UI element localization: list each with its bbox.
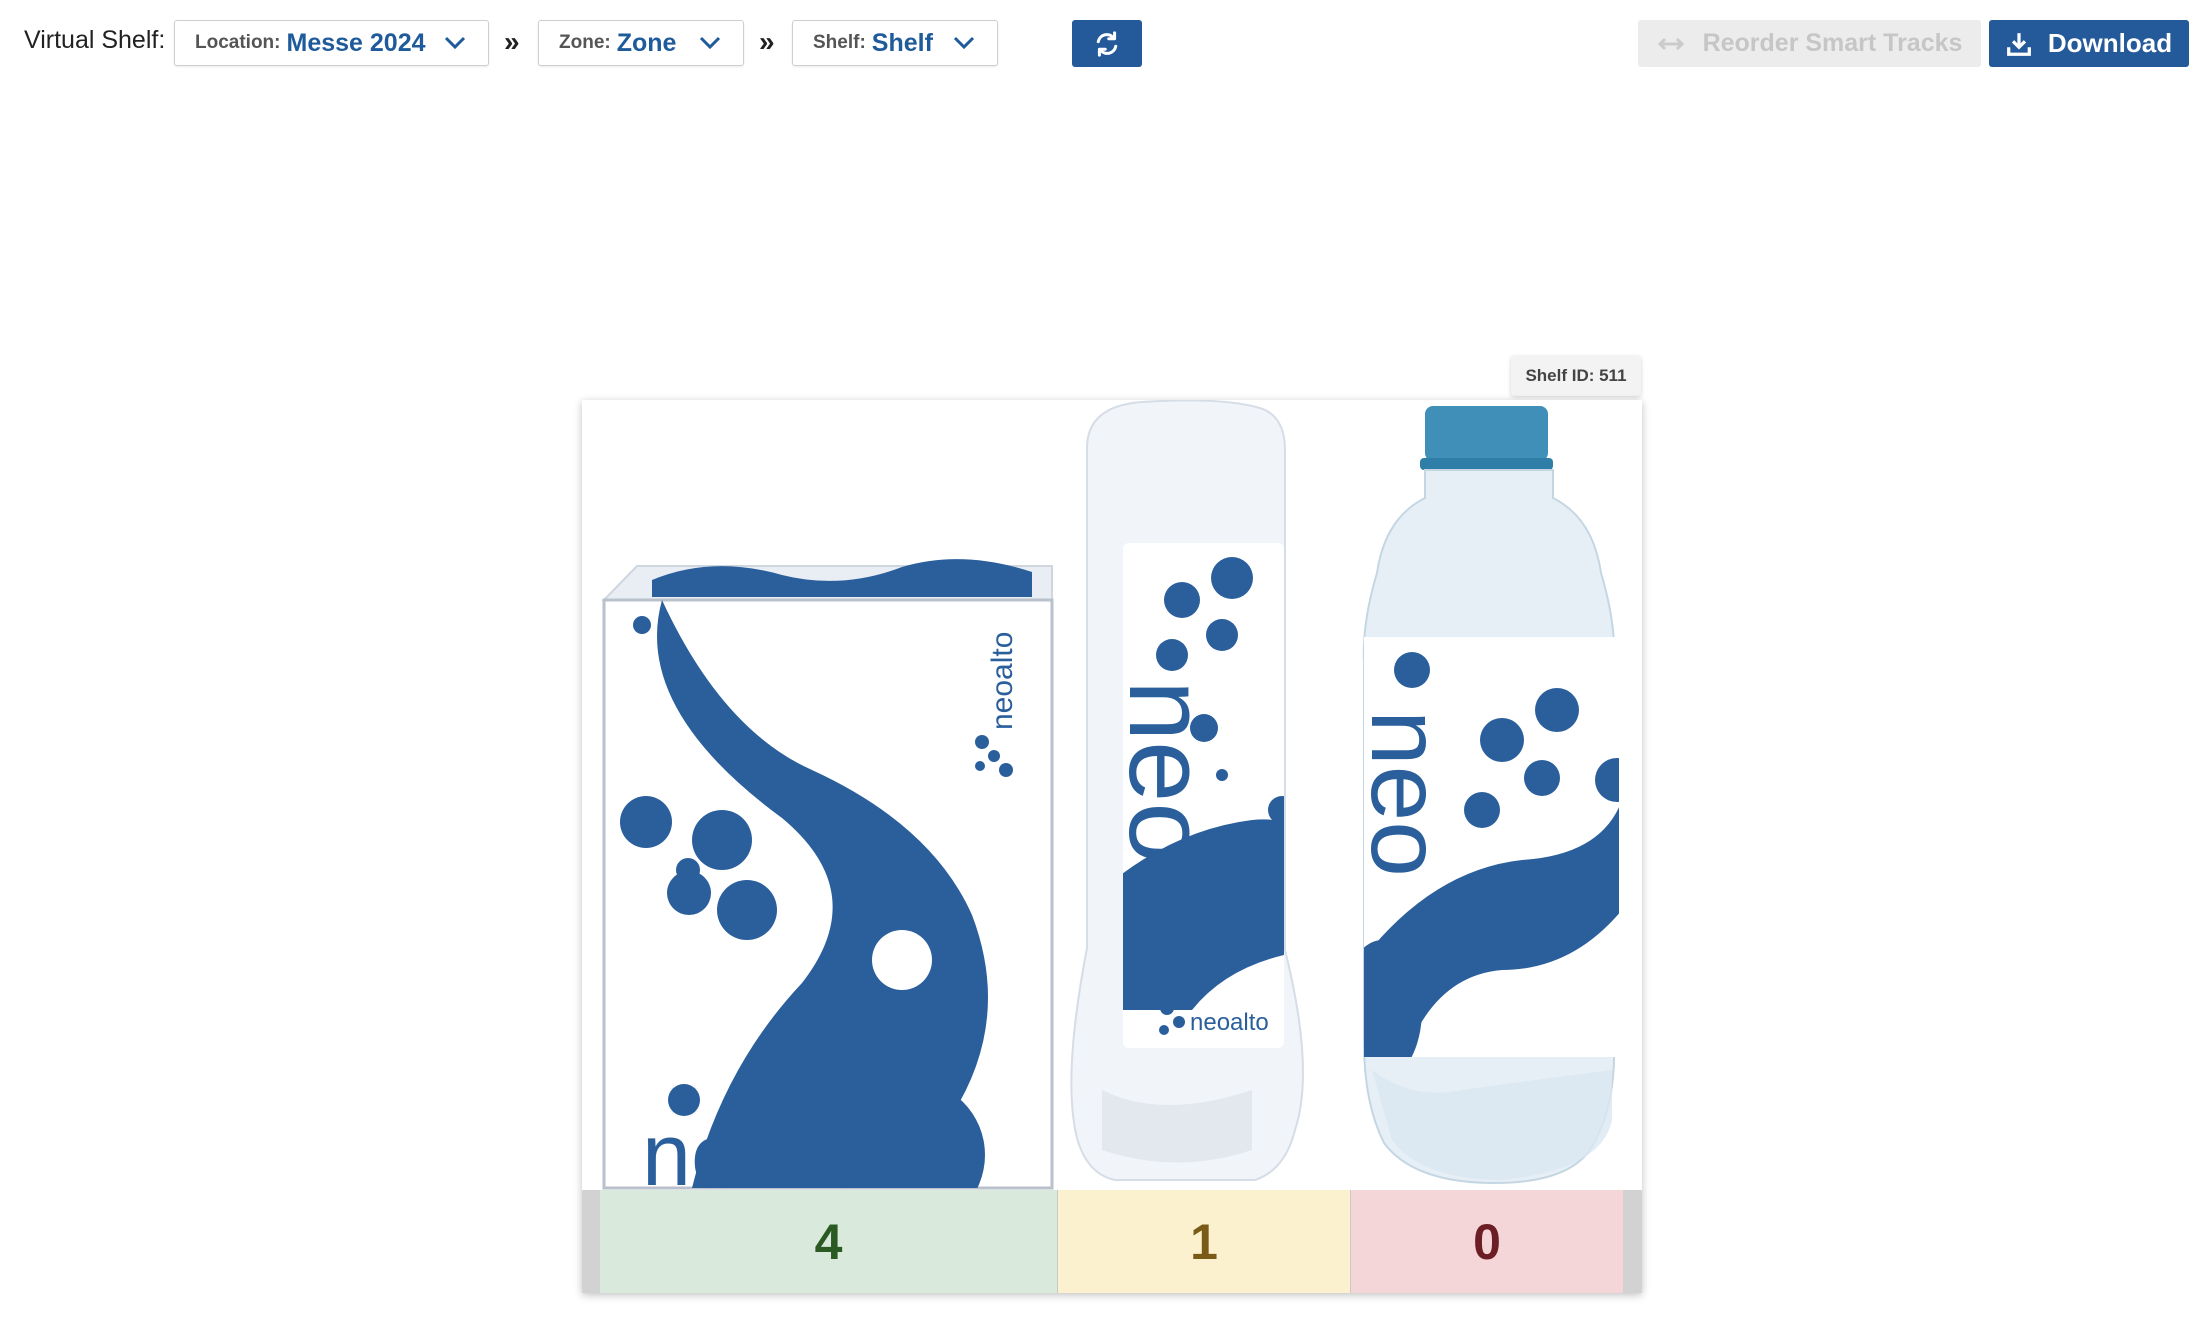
virtual-shelf: neo neoalto neo neoalto neo 4 1 0 <box>582 400 1642 1293</box>
zone-select-label: Zone: <box>559 32 611 53</box>
chevron-down-icon <box>699 36 721 50</box>
location-select[interactable]: Location: Messe 2024 <box>174 20 489 66</box>
reorder-smart-tracks-button[interactable]: Reorder Smart Tracks <box>1638 20 1981 67</box>
svg-text:neo: neo <box>1350 710 1462 877</box>
refresh-icon <box>1096 30 1118 57</box>
shelf-id-badge: Shelf ID: 511 <box>1511 356 1641 396</box>
shelf-select[interactable]: Shelf: Shelf <box>792 20 998 66</box>
box-product-image: neo neoalto <box>601 559 1054 1190</box>
stock-count-bar: 4 1 0 <box>582 1190 1642 1293</box>
shelf-products: neo neoalto neo neoalto neo <box>601 400 1619 1190</box>
zone-select[interactable]: Zone: Zone <box>538 20 744 66</box>
zone-select-value: Zone <box>616 28 677 57</box>
svg-text:neo: neo <box>1106 680 1229 864</box>
chevron-down-icon <box>953 36 975 50</box>
shelf-select-value: Shelf <box>871 28 933 57</box>
breadcrumb-separator: » <box>504 26 520 57</box>
download-button[interactable]: Download <box>1989 20 2189 67</box>
box-brand-text: neoalto <box>986 632 1019 730</box>
stock-count-cell[interactable]: 0 <box>1351 1190 1623 1293</box>
swap-arrows-icon <box>1657 37 1684 50</box>
location-select-label: Location: <box>195 32 281 53</box>
water-bottle-product-image: neo <box>1350 406 1619 1185</box>
toolbar: Virtual Shelf: Location: Messe 2024 » Zo… <box>0 0 2200 90</box>
breadcrumb-separator: » <box>759 26 775 57</box>
location-select-value: Messe 2024 <box>286 28 426 57</box>
reorder-smart-tracks-label: Reorder Smart Tracks <box>1702 29 1963 57</box>
shelf-select-label: Shelf: <box>813 32 866 53</box>
virtual-shelf-label: Virtual Shelf: <box>24 26 166 54</box>
refresh-button[interactable] <box>1072 20 1142 67</box>
download-label: Download <box>2047 28 2173 58</box>
svg-text:neo: neo <box>642 1105 789 1190</box>
stock-count-cell[interactable]: 4 <box>600 1190 1058 1293</box>
download-icon <box>2006 32 2031 56</box>
chevron-down-icon <box>444 36 466 50</box>
stock-count-cell[interactable]: 1 <box>1058 1190 1351 1293</box>
shampoo-product-image: neo neoalto <box>1070 400 1304 1181</box>
shampoo-brand-text: neoalto <box>1190 1009 1269 1036</box>
